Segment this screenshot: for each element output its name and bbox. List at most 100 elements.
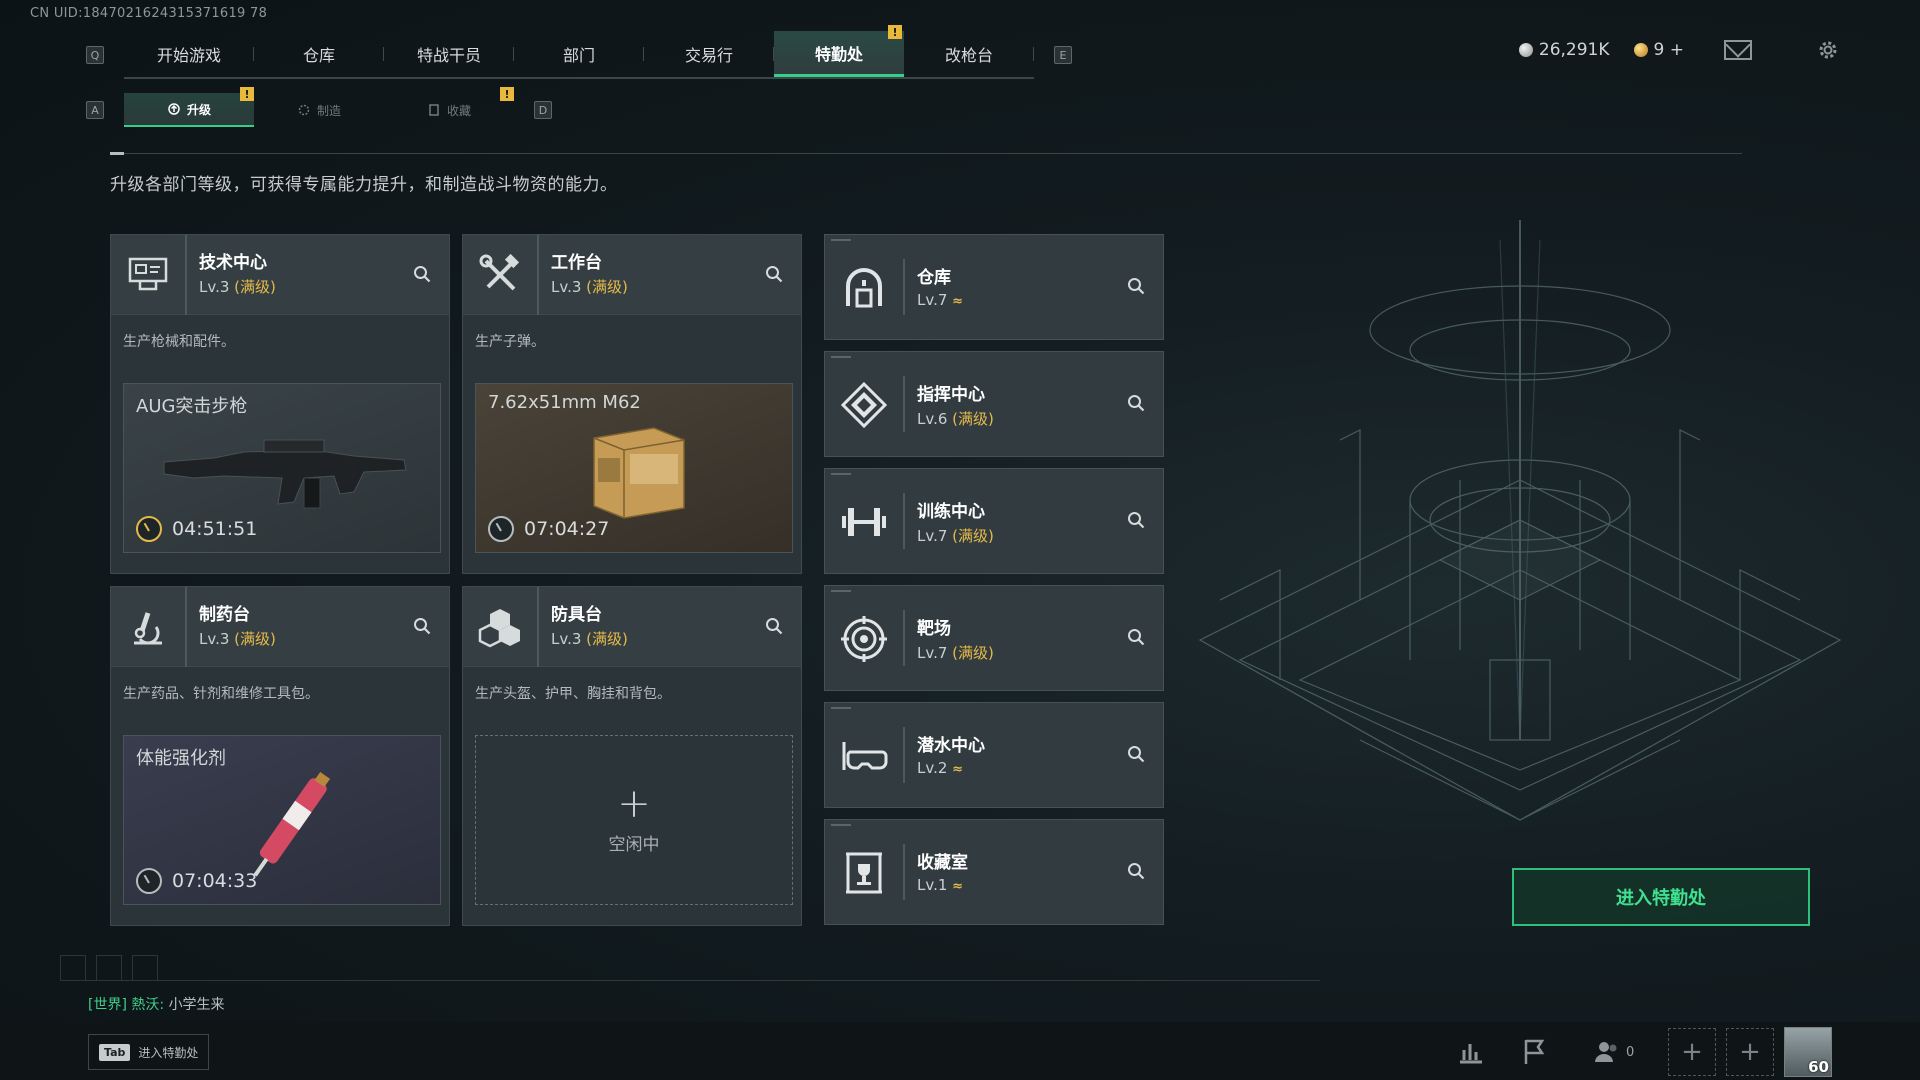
flag-icon[interactable] [1518,1036,1548,1066]
subtab-upgrade[interactable]: 升级 ! [124,87,254,127]
gear-icon[interactable] [1816,38,1840,62]
department-title: 指挥中心 [917,385,985,405]
department-card-training-center[interactable]: 训练中心 Lv.7 (满级) [824,468,1164,574]
production-timer: 04:51:51 [136,516,257,542]
department-card-warehouse[interactable]: 仓库 Lv.7 ≈ [824,234,1164,340]
tab-operators[interactable]: 特战干员 [384,31,514,77]
workshop-card-tech-center[interactable]: 技术中心 Lv.3 (满级) 生产枪械和配件。 AUG突击步枪 04:51:51 [110,234,450,574]
level-value: Lv.3 [199,277,230,296]
search-icon[interactable] [765,617,783,635]
player-avatar[interactable]: 60 [1784,1027,1832,1077]
timer-clock-icon [136,516,162,542]
search-icon[interactable] [1127,394,1145,412]
production-slot[interactable]: 7.62x51mm M62 07:04:27 [475,383,793,553]
workshop-level: Lv.3 (满级) [551,275,628,299]
workshop-card-workbench[interactable]: 工作台 Lv.3 (满级) 生产子弹。 7.62x51mm M62 07:04:… [462,234,802,574]
subtab-craft[interactable]: 制造 [254,93,384,127]
level-value: Lv.7 [917,644,948,662]
gold-coin-icon [1633,43,1648,57]
department-title: 靶场 [917,619,951,639]
friends-button[interactable]: 0 [1594,1040,1634,1064]
search-icon[interactable] [1127,277,1145,295]
department-title: 收藏室 [917,853,968,873]
search-icon[interactable] [765,265,783,283]
department-card-shooting-range[interactable]: 靶场 Lv.7 (满级) [824,585,1164,691]
department-title: 潜水中心 [917,736,985,756]
friends-icon [1595,1042,1617,1062]
nav-next-key[interactable]: E [1054,46,1072,64]
craft-icon [298,104,310,116]
production-slot[interactable]: AUG突击步枪 04:51:51 [123,383,441,553]
tab-start-game[interactable]: 开始游戏 [124,31,254,77]
notification-badge: ! [888,25,902,39]
search-icon[interactable] [413,617,431,635]
silver-currency[interactable]: 26,291K [1518,40,1610,60]
search-icon[interactable] [1127,745,1145,763]
product-name: AUG突击步枪 [136,396,248,417]
enter-special-ops-button[interactable]: 进入特勤处 [1512,868,1810,926]
department-card-command-center[interactable]: 指挥中心 Lv.6 (满级) [824,351,1164,457]
rifle-image [163,439,407,509]
timer-value: 07:04:33 [172,870,258,892]
subtab-collection[interactable]: 收藏 ! [384,87,514,127]
tab-department[interactable]: 部门 [514,31,644,77]
max-level-tag: (满级) [234,629,276,648]
search-icon[interactable] [1127,511,1145,529]
subnav-prev-key[interactable]: A [86,101,104,119]
department-card-collection-room[interactable]: 收藏室 Lv.1 ≈ [824,819,1164,925]
tab-trade[interactable]: 交易行 [644,31,774,77]
page-description: 升级各部门等级，可获得专属能力提升，和制造战斗物资的能力。 [110,175,618,195]
workshop-level: Lv.3 (满级) [199,275,276,299]
tab-special-ops[interactable]: 特勤处 ! [774,25,904,77]
main-tabs: 开始游戏 仓库 特战干员 部门 交易行 特勤处 ! 改枪台 [124,25,1034,79]
notification-badge: ! [240,87,254,101]
product-name: 7.62x51mm M62 [488,392,641,413]
workshop-card-armor-bench[interactable]: 防具台 Lv.3 (满级) 生产头盔、护甲、胸挂和背包。 + 空闲中 [462,586,802,926]
chat-line[interactable]: [世界] 熱沃: 小学生来 [88,994,225,1014]
section-divider [110,152,1742,155]
stats-icon[interactable] [1456,1036,1486,1066]
hammer-wrench-icon [463,234,539,315]
tab-key: Tab [99,1043,131,1061]
timer-clock-icon [136,868,162,894]
nav-prev-key[interactable]: Q [86,46,104,64]
search-icon[interactable] [413,265,431,283]
chat-message: 小学生来 [168,997,225,1013]
subnav-next-key[interactable]: D [534,101,552,119]
subtab-upgrade-label: 升级 [186,102,211,117]
product-name: 体能强化剂 [136,748,226,769]
warehouse-icon [825,249,903,327]
level-value: Lv.7 [917,291,948,309]
idle-label: 空闲中 [608,834,660,855]
subtab-collection-label: 收藏 [446,103,471,118]
timer-value: 07:04:27 [524,518,610,540]
tab-warehouse[interactable]: 仓库 [254,31,384,77]
workshop-title: 防具台 [551,604,602,625]
player-uid: CN UID:1847021624315371619 78 [30,6,268,21]
plus-icon: + [1681,1037,1703,1067]
gold-currency[interactable]: 9 + [1633,40,1684,60]
chat-channel: [世界] [88,997,127,1013]
workshop-level: Lv.3 (满级) [199,627,276,651]
workshop-card-pharmacy[interactable]: 制药台 Lv.3 (满级) 生产药品、针剂和维修工具包。 体能强化剂 07:04… [110,586,450,926]
workshop-level: Lv.3 (满级) [551,627,628,651]
search-icon[interactable] [1127,628,1145,646]
mail-icon[interactable] [1724,40,1752,60]
workshop-title: 工作台 [551,252,602,273]
ammo-box-image [593,427,685,519]
production-slot[interactable]: 体能强化剂 07:04:33 [123,735,441,905]
enter-hint-button[interactable]: Tab 进入特勤处 [88,1034,210,1070]
notification-badge: ! [500,87,514,101]
max-level-tag: (满级) [952,644,994,662]
production-timer: 07:04:33 [136,868,257,894]
party-slot-add[interactable]: + [1726,1028,1774,1076]
max-level-tag: (满级) [952,527,994,545]
search-icon[interactable] [1127,862,1145,880]
level-value: Lv.7 [917,527,948,545]
empty-production-slot[interactable]: + 空闲中 [475,735,793,905]
currency-bar: 26,291K 9 + [1518,38,1840,62]
level-value: Lv.3 [199,629,230,648]
department-card-diving-center[interactable]: 潜水中心 Lv.2 ≈ [824,702,1164,808]
tab-gunsmith[interactable]: 改枪台 [904,31,1034,77]
party-slot-add[interactable]: + [1668,1028,1716,1076]
